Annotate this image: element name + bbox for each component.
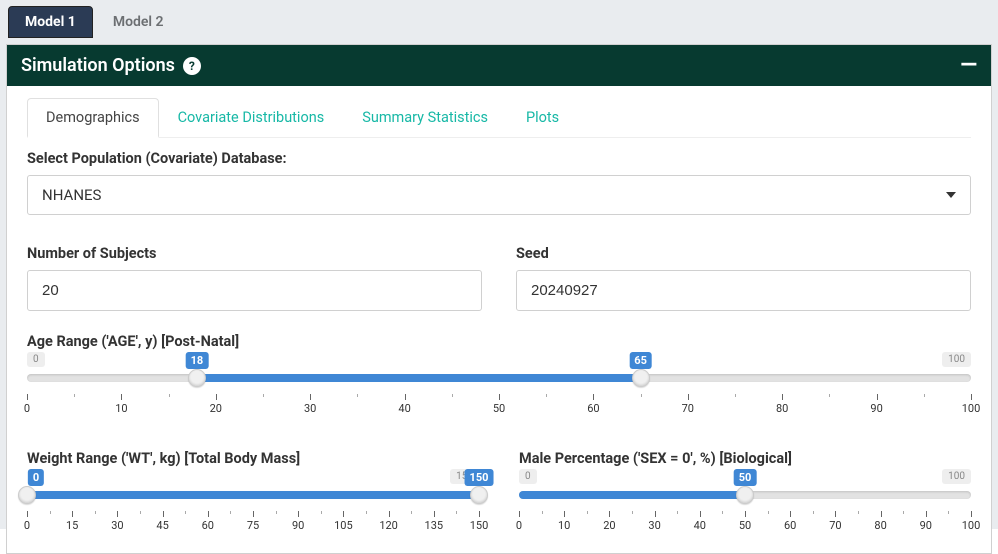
collapse-icon[interactable]: —	[960, 61, 977, 71]
male-value-badge: 50	[734, 469, 757, 486]
model-tabs: Model 1 Model 2	[6, 6, 992, 38]
simulation-options-panel: Simulation Options ? — Demographics Cova…	[6, 44, 992, 554]
help-icon[interactable]: ?	[183, 57, 201, 75]
age-min-badge: 0	[27, 352, 45, 367]
tab-demographics[interactable]: Demographics	[27, 98, 159, 138]
age-high-handle[interactable]	[632, 369, 650, 387]
population-label: Select Population (Covariate) Database:	[27, 150, 971, 167]
inner-tabs: Demographics Covariate Distributions Sum…	[27, 98, 971, 138]
model-tab-1[interactable]: Model 1	[8, 6, 93, 38]
male-slider-block: Male Percentage ('SEX = 0', %) [Biologic…	[519, 438, 971, 533]
model-tab-2[interactable]: Model 2	[96, 6, 181, 38]
weight-high-value-badge: 150	[465, 469, 494, 486]
weight-low-handle[interactable]	[18, 486, 36, 504]
age-ticks: 0102030405060708090100	[27, 394, 971, 416]
panel-header: Simulation Options ? —	[7, 45, 991, 86]
age-label: Age Range ('AGE', y) [Post-Natal]	[27, 333, 971, 350]
weight-ticks: 0153045607590105120135150	[27, 511, 479, 533]
tab-summary-statistics[interactable]: Summary Statistics	[343, 98, 507, 137]
chevron-down-icon	[946, 192, 956, 198]
male-slider[interactable]: 0 100 50	[519, 475, 971, 503]
tab-plots[interactable]: Plots	[507, 98, 578, 137]
weight-label: Weight Range ('WT', kg) [Total Body Mass…	[27, 450, 479, 467]
male-ticks: 0102030405060708090100	[519, 511, 971, 533]
weight-slider[interactable]: 150 0 150	[27, 475, 479, 503]
age-max-badge: 100	[942, 352, 971, 367]
population-select[interactable]: NHANES	[27, 175, 971, 215]
weight-high-handle[interactable]	[470, 486, 488, 504]
tab-covariate-distributions[interactable]: Covariate Distributions	[159, 98, 344, 137]
seed-input[interactable]	[516, 270, 971, 311]
age-high-value-badge: 65	[629, 352, 652, 369]
population-selected-value: NHANES	[42, 186, 101, 204]
weight-low-value-badge: 0	[28, 469, 44, 486]
subjects-label: Number of Subjects	[27, 245, 482, 262]
panel-title: Simulation Options	[21, 55, 175, 76]
age-slider-block: Age Range ('AGE', y) [Post-Natal] 0 100 …	[27, 333, 971, 416]
male-label: Male Percentage ('SEX = 0', %) [Biologic…	[519, 450, 971, 467]
age-low-handle[interactable]	[188, 369, 206, 387]
subjects-input[interactable]	[27, 270, 482, 311]
weight-slider-block: Weight Range ('WT', kg) [Total Body Mass…	[27, 438, 479, 533]
male-handle[interactable]	[736, 486, 754, 504]
seed-label: Seed	[516, 245, 971, 262]
male-min-badge: 0	[519, 469, 537, 484]
age-slider[interactable]: 0 100 18 65	[27, 358, 971, 386]
age-low-value-badge: 18	[186, 352, 209, 369]
male-max-badge: 100	[942, 469, 971, 484]
